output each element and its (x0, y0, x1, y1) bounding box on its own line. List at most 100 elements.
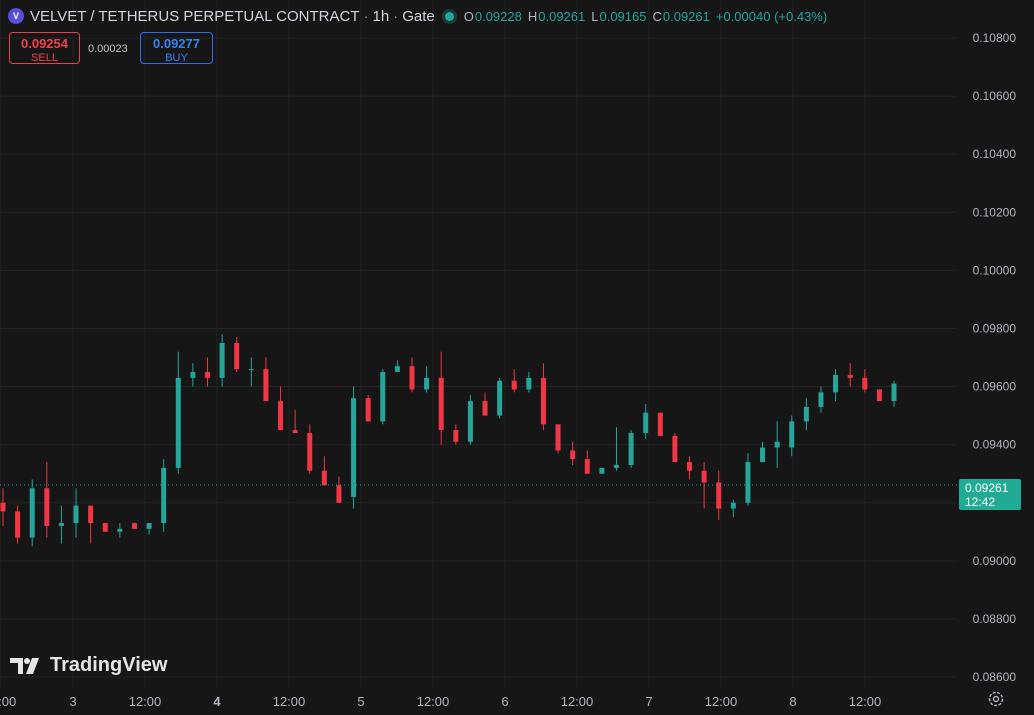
candle-body (862, 377, 868, 390)
ohlc-values: O 0.09228 H 0.09261 L 0.09165 C 0.09261 +0.0… (464, 9, 833, 24)
open-label: O (463, 8, 474, 24)
y-tick-label: 0.09800 (973, 321, 1017, 335)
x-tick-label: 12:00 (273, 694, 306, 709)
candle-body (643, 412, 649, 434)
candle-body (321, 470, 327, 486)
candle-body (204, 372, 210, 378)
separator: · (393, 7, 399, 25)
buy-button[interactable]: 0.09277 BUY (140, 32, 213, 64)
candle-body (482, 401, 488, 416)
candle-body (701, 470, 707, 483)
chart-grid (0, 0, 955, 688)
candle-body (73, 505, 79, 524)
candle-body (716, 482, 722, 509)
x-tick-label: 12:00 (129, 694, 162, 709)
y-tick-label: 0.08600 (973, 670, 1017, 684)
exchange-label: Gate (402, 7, 435, 25)
candle-body (613, 464, 619, 468)
candle-body (394, 366, 400, 373)
candle-body (540, 377, 546, 425)
high-value: 0.09261 (538, 8, 586, 24)
candle-body (161, 467, 167, 524)
candle-body (774, 441, 780, 448)
candle-body (687, 462, 693, 471)
candle-body (818, 392, 824, 407)
candle-body (365, 398, 371, 422)
candle-body (219, 342, 225, 378)
candle-body (292, 430, 298, 434)
candle-body (380, 372, 386, 422)
x-tick-label: 6 (501, 694, 508, 709)
velvet-logo-icon: V (8, 8, 24, 24)
change-value: +0.00040 (+0.43%) (715, 8, 828, 24)
symbol-title[interactable]: VELVET / TETHERUS PERPETUAL CONTRACT (30, 8, 360, 25)
time-axis[interactable]: 12:00 3 12:00 4 12:00 5 12:00 6 12:00 7 12:00 8 12:0… (0, 694, 881, 709)
open-value: 0.09228 (474, 8, 522, 24)
candle-body (555, 424, 561, 451)
candle-body (58, 523, 64, 526)
price-axis[interactable]: 0.10800 0.10600 0.10400 0.10200 0.10000 0.098… (973, 31, 1017, 684)
candle-body (730, 502, 736, 509)
candle-body (146, 523, 152, 529)
low-label: L (591, 8, 599, 24)
candle-body (409, 366, 415, 390)
candle-body (467, 401, 473, 442)
last-price-tag: 0.09261 12:42 (959, 479, 1021, 510)
y-tick-label: 0.10600 (973, 89, 1017, 103)
candle-body (0, 502, 6, 512)
buy-price: 0.09277 (153, 36, 200, 51)
candle-body (351, 398, 357, 497)
last-price-value: 0.09261 (965, 481, 1009, 495)
candle-body (760, 447, 766, 463)
candle-body (424, 377, 430, 390)
candle-body (584, 459, 590, 474)
candle-body (526, 377, 532, 390)
candle-body (190, 372, 196, 378)
candle-body (745, 462, 751, 503)
tradingview-mark-icon (10, 657, 39, 674)
y-tick-label: 0.10200 (973, 205, 1017, 219)
spread-value: 0.00023 (88, 43, 128, 55)
high-label: H (527, 8, 538, 24)
candle-body (833, 374, 839, 393)
candle-body (497, 380, 503, 416)
bar-countdown: 12:42 (965, 495, 996, 509)
y-tick-label: 0.10000 (973, 263, 1017, 277)
candle-body (15, 511, 21, 538)
x-tick-label: 12:00 (561, 694, 594, 709)
separator: · (363, 7, 369, 25)
x-tick-label: 5 (357, 694, 364, 709)
candle-body (44, 488, 50, 526)
candle-body (278, 401, 284, 431)
settings-icon[interactable] (987, 690, 1005, 708)
interval-label[interactable]: 1h (373, 8, 390, 25)
close-label: C (652, 8, 662, 24)
tradingview-logo[interactable]: TradingView (10, 654, 167, 677)
candle-body (438, 377, 444, 431)
candle-body (803, 406, 809, 422)
candle-body (175, 377, 181, 468)
candle-body (847, 374, 853, 378)
candle-body (88, 505, 94, 524)
candle-body (117, 528, 123, 532)
sell-price: 0.09254 (21, 36, 68, 51)
y-tick-label: 0.10800 (973, 31, 1017, 45)
candle-body (628, 433, 634, 465)
candle-body (789, 421, 795, 448)
x-tick-label: 12:00 (849, 694, 882, 709)
x-tick-label: 7 (645, 694, 652, 709)
x-tick-label: 12:00 (0, 694, 16, 709)
market-status-dot-icon (444, 11, 454, 21)
x-tick-label: 12:00 (417, 694, 450, 709)
candle-body (672, 435, 678, 463)
low-value: 0.09165 (599, 8, 647, 24)
y-tick-label: 0.09600 (973, 380, 1017, 394)
sell-button[interactable]: 0.09254 SELL (9, 32, 80, 64)
sell-label: SELL (31, 52, 58, 64)
candle-body (453, 430, 459, 442)
x-tick-label: 3 (69, 694, 76, 709)
y-tick-label: 0.10400 (973, 147, 1017, 161)
candle-body (102, 523, 108, 532)
candlestick-chart[interactable]: 0.10800 0.10600 0.10400 0.10200 0.10000 0.098… (0, 0, 1034, 715)
candle-body (570, 450, 576, 460)
